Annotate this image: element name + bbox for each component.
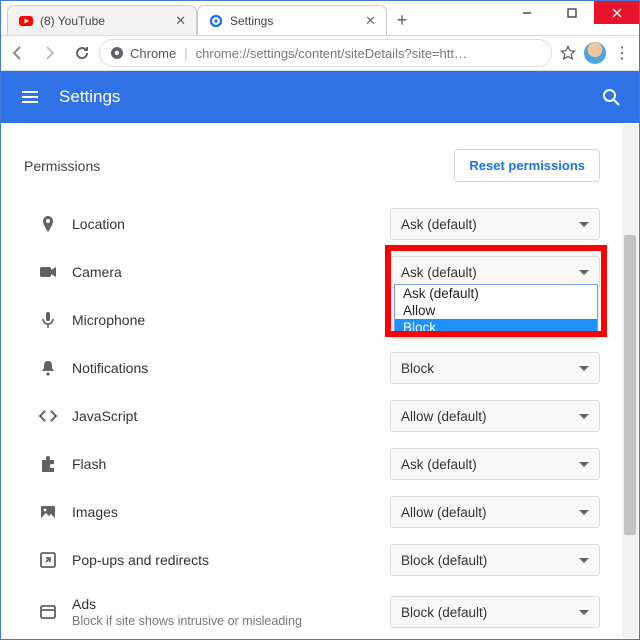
popups-icon [24, 550, 72, 570]
chrome-logo-icon [110, 46, 124, 60]
dropdown-option[interactable]: Block [395, 319, 597, 336]
permission-select-value: Block (default) [401, 553, 487, 568]
location-icon [24, 214, 72, 234]
dropdown-option[interactable]: Allow [395, 302, 597, 319]
reload-button[interactable] [73, 44, 91, 62]
tab-close-button[interactable]: ✕ [175, 13, 186, 29]
bell-icon [24, 358, 72, 378]
permission-select-location[interactable]: Ask (default) [390, 208, 600, 240]
reset-permissions-button[interactable]: Reset permissions [454, 149, 600, 182]
scrollbar-thumb[interactable] [624, 235, 636, 535]
chrome-origin-chip: Chrome [110, 46, 176, 61]
nav-buttons [9, 44, 91, 62]
bookmark-star-button[interactable] [560, 45, 576, 61]
address-bar[interactable]: Chrome | chrome://settings/content/siteD… [99, 39, 552, 67]
chevron-down-icon [579, 510, 589, 515]
permission-row-bell: Notifications Block [24, 344, 600, 392]
permission-label: Flash [72, 456, 106, 472]
code-icon [24, 406, 72, 426]
permission-select-value: Ask (default) [401, 217, 477, 232]
address-bar-url: chrome://settings/content/siteDetails?si… [196, 46, 467, 61]
chevron-down-icon [579, 462, 589, 467]
permission-label: Notifications [72, 360, 148, 376]
chevron-down-icon [579, 366, 589, 371]
permission-select-value: Ask (default) [401, 265, 477, 280]
permission-row-location: Location Ask (default) [24, 200, 600, 248]
permission-row-ads: Ads Block if site shows intrusive or misl… [24, 584, 600, 638]
chevron-down-icon [579, 270, 589, 275]
chrome-menu-button[interactable]: ⋮ [614, 43, 631, 63]
youtube-icon [18, 13, 34, 29]
browser-window: (8) YouTube ✕ Settings ✕ + Chrome | chro… [0, 0, 640, 640]
tab-youtube[interactable]: (8) YouTube ✕ [7, 5, 197, 35]
chevron-down-icon [579, 222, 589, 227]
permission-label: Microphone [72, 312, 145, 328]
permission-select-image[interactable]: Allow (default) [390, 496, 600, 528]
vertical-scrollbar[interactable] [622, 125, 638, 638]
permission-select-value: Allow (default) [401, 505, 487, 520]
gear-icon [208, 13, 224, 29]
back-button[interactable] [9, 44, 27, 62]
search-button[interactable] [601, 87, 621, 107]
page-title: Settings [59, 87, 120, 107]
image-icon [24, 502, 72, 522]
chevron-down-icon [579, 414, 589, 419]
profile-avatar-button[interactable] [584, 42, 606, 64]
permission-row-popups: Pop-ups and redirects Block (default) [24, 536, 600, 584]
permission-label: JavaScript [72, 408, 137, 424]
permission-select-value: Block [401, 361, 434, 376]
permission-select-value: Ask (default) [401, 457, 477, 472]
window-maximize-button[interactable] [549, 1, 594, 24]
settings-header: Settings [1, 71, 639, 123]
permission-label: Location [72, 216, 125, 232]
permission-row-code: JavaScript Allow (default) [24, 392, 600, 440]
tab-title: (8) YouTube [40, 14, 105, 28]
browser-toolbar: Chrome | chrome://settings/content/siteD… [1, 35, 639, 71]
dropdown-option[interactable]: Ask (default) [395, 285, 597, 302]
hamburger-menu-button[interactable] [19, 86, 41, 108]
permission-select-value: Allow (default) [401, 409, 487, 424]
permission-sublabel: Block if site shows intrusive or mislead… [72, 614, 302, 628]
camera-permission-dropdown-menu[interactable]: Ask (default)AllowBlock [394, 284, 598, 337]
permission-select-ads[interactable]: Block (default) [390, 596, 600, 628]
permission-label: Camera [72, 264, 122, 280]
tab-strip: (8) YouTube ✕ Settings ✕ + [7, 5, 417, 35]
permission-label: Pop-ups and redirects [72, 552, 209, 568]
ads-icon [24, 602, 72, 622]
permissions-section-title: Permissions [24, 158, 100, 174]
puzzle-icon [24, 454, 72, 474]
permission-row-image: Images Allow (default) [24, 488, 600, 536]
permission-select-popups[interactable]: Block (default) [390, 544, 600, 576]
settings-content: Permissions Reset permissions Location As… [2, 125, 622, 638]
window-close-button[interactable] [594, 1, 639, 24]
window-minimize-button[interactable] [504, 1, 549, 24]
camera-icon [24, 262, 72, 282]
tab-settings[interactable]: Settings ✕ [197, 5, 387, 35]
chevron-down-icon [579, 610, 589, 615]
chevron-down-icon [579, 558, 589, 563]
permission-select-puzzle[interactable]: Ask (default) [390, 448, 600, 480]
permission-label: Images [72, 504, 118, 520]
permission-select-value: Block (default) [401, 605, 487, 620]
tab-close-button[interactable]: ✕ [365, 13, 376, 29]
permission-row-puzzle: Flash Ask (default) [24, 440, 600, 488]
mic-icon [24, 310, 72, 330]
new-tab-button[interactable]: + [387, 5, 417, 35]
permission-select-code[interactable]: Allow (default) [390, 400, 600, 432]
forward-button[interactable] [41, 44, 59, 62]
permission-label: Ads [72, 596, 302, 612]
tab-title: Settings [230, 14, 273, 28]
permission-select-bell[interactable]: Block [390, 352, 600, 384]
